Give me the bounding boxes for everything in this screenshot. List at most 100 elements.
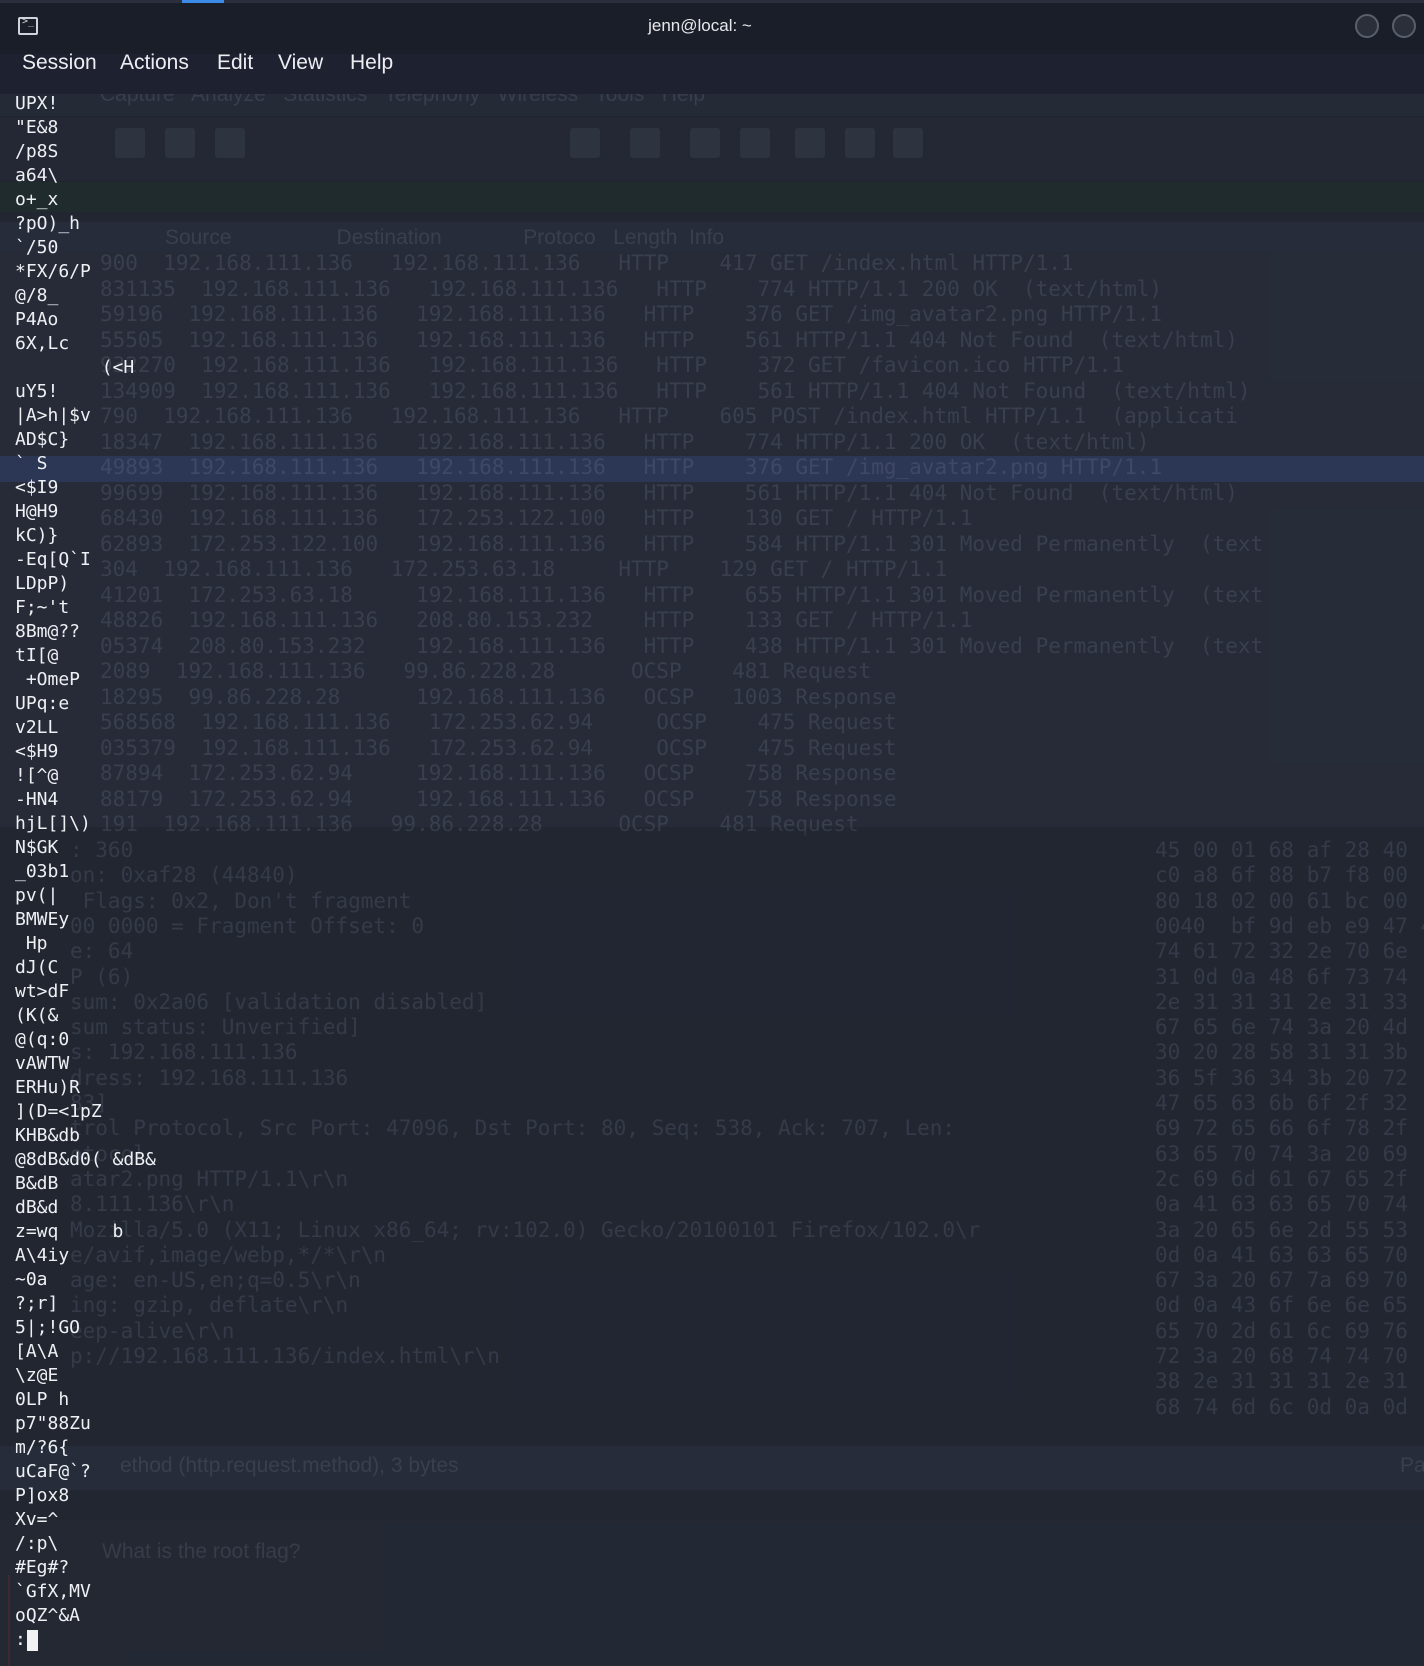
bg-byte-row: 0040 bf 9d eb e9 47 45 54 [1155,913,1424,938]
bg-display-filter [0,182,1424,212]
terminal-prompt-line[interactable]: : [15,1628,156,1652]
bg-column-header-text: Source Destination Protoco Length Info [165,226,725,249]
bg-packet-row: 932270 192.168.111.136 192.168.111.136 H… [100,353,1125,377]
bg-toolbar-icon [690,128,720,158]
terminal-line: 0LP h [15,1389,70,1410]
menu-bar [0,54,1424,94]
terminal-line: <$H9 [15,741,59,762]
terminal-line: -HN4 [15,789,59,810]
bg-packet-row: 18347 192.168.111.136 192.168.111.136 HT… [100,429,1150,454]
menu-actions[interactable]: Actions [120,51,189,75]
active-tab-indicator [182,0,224,3]
bg-packet-row: 304 192.168.111.136 172.253.63.18 HTTP 1… [100,557,948,581]
terminal-line: ERHu)R [15,1077,81,1098]
terminal-line: Hp [15,933,48,954]
bg-byte-row: 69 72 65 66 6f 78 2f [1155,1116,1408,1141]
terminal-line: <$I9 [15,477,59,498]
bg-packet-row: 568568 192.168.111.136 172.253.62.94 OCS… [100,710,897,734]
bg-status-right: Pa [1400,1454,1424,1477]
bg-byte-row: 72 3a 20 68 74 74 70 [1155,1344,1408,1368]
terminal-line: m/?6{ [15,1437,70,1458]
bg-packet-row: 48826 192.168.111.136 208.80.153.232 HTT… [100,608,973,632]
terminal-line: ` S [15,453,48,474]
terminal-line: F;~'t [15,597,70,618]
menu-view[interactable]: View [278,51,323,75]
terminal-line: UPX! [15,93,59,114]
bg-packet-details [0,832,1046,1422]
bg-packet-row: 59196 192.168.111.136 192.168.111.136 HT… [100,302,1163,326]
terminal-line: 6X,Lc [15,333,70,354]
terminal-line: BMWEy [15,909,70,930]
terminal-line: dB&d [15,1197,59,1218]
terminal-line: z=wq b [15,1221,124,1242]
bg-toolbar-icon [215,128,245,158]
bg-byte-row: 63 65 70 74 3a 20 69 [1155,1141,1408,1166]
menu-help[interactable]: Help [350,51,393,75]
terminal-line: uCaF@`? [15,1461,91,1482]
terminal-line: ![^@ [15,765,59,786]
bg-packet-row: 18295 99.86.228.28 192.168.111.136 OCSP … [100,684,897,709]
bg-byte-row: 65 70 2d 61 6c 69 76 [1155,1318,1408,1343]
terminal-line: -Eq[Q`I [15,549,91,570]
terminal-line: ?;r] [15,1293,59,1314]
terminal-line: LDpP) [15,573,70,594]
title-bar: >_ jenn@local: ~ [0,0,1424,54]
bg-byte-row: 80 18 02 00 61 bc 00 [1155,888,1408,913]
terminal-line: o+_x [15,189,59,210]
terminal-line: v2LL [15,717,59,738]
terminal-line: @/8_ [15,285,59,306]
bg-detail-row: trol Protocol, Src Port: 47096, Dst Port… [70,1116,956,1141]
minimize-button[interactable] [1355,14,1379,38]
bg-byte-row: 0d 0a 43 6f 6e 6e 65 [1155,1293,1408,1318]
bg-byte-row: 3a 20 65 6e 2d 55 53 [1155,1217,1408,1242]
bg-toolbar [0,118,1424,180]
bg-toolbar-icon [893,128,923,158]
bg-packet-row: 49893 192.168.111.136 192.168.111.136 HT… [100,455,1163,479]
bg-byte-row: 36 5f 36 34 3b 20 72 [1155,1065,1408,1090]
terminal-line: AD$C} [15,429,70,450]
bg-packet-row: 87894 172.253.62.94 192.168.111.136 OCSP… [100,761,897,785]
bg-status-text: ethod (http.request.method), 3 bytes [120,1454,459,1477]
terminal-line: uY5! [15,381,59,402]
terminal-line: hjL[]\) [15,813,91,834]
terminal-line: KHB&db [15,1125,81,1146]
terminal-output[interactable]: UPX! "E&8/p8S a64\ o+_x ?pO)_h `/50 *FX/6/P @/8… [15,92,156,1652]
bg-column-header [0,222,1424,252]
bg-packet-row: 831135 192.168.111.136 192.168.111.136 H… [100,276,1163,301]
bg-toolbar-icon [740,128,770,158]
terminal-line: A\4iy [15,1245,70,1266]
terminal-line: H@H9 [15,501,59,522]
bg-byte-row: 2c 69 6d 61 67 65 2f [1155,1166,1408,1191]
bg-packet-row: 55505 192.168.111.136 192.168.111.136 HT… [100,327,1238,352]
terminal-line: ](D=<1pZ [15,1101,102,1122]
bg-byte-row: 74 61 72 32 2e 70 6e [1155,939,1408,964]
terminal-line: Xv=^ [15,1509,59,1530]
terminal-line: oQZ^&A [15,1605,81,1626]
bg-byte-row: 30 20 28 58 31 31 3b [1155,1040,1408,1065]
bg-byte-row: 2e 31 31 31 2e 31 33 [1155,989,1408,1014]
bg-packet-row: 68430 192.168.111.136 172.253.122.100 HT… [100,506,973,530]
bg-packet-row: 035379 192.168.111.136 172.253.62.94 OCS… [100,735,897,760]
bg-packet-list [0,252,1424,827]
terminal-line: p7"88Zu [15,1413,91,1434]
bg-byte-row: 67 3a 20 67 7a 69 70 [1155,1268,1408,1293]
bg-question-panel [0,1520,1424,1666]
menu-session[interactable]: Session [22,51,97,75]
bg-byte-row: 68 74 6d 6c 0d 0a 0d [1155,1394,1408,1419]
close-button[interactable] [1392,14,1416,38]
terminal-line: a64\ [15,165,59,186]
menu-edit[interactable]: Edit [217,51,253,75]
terminal-line: \z@E [15,1365,59,1386]
bg-packet-row: 88179 172.253.62.94 192.168.111.136 OCSP… [100,786,897,811]
bg-packet-row: 134909 192.168.111.136 192.168.111.136 H… [100,378,1251,403]
bg-byte-row: 67 65 6e 74 3a 20 4d [1155,1015,1408,1040]
terminal-line: tI[@ [15,645,59,666]
bg-byte-row: 45 00 01 68 af 28 40 [1155,838,1408,862]
bg-byte-row: c0 a8 6f 88 b7 f8 00 [1155,863,1408,888]
terminal-line: |A>h|$v [15,405,91,426]
bg-packet-row: 41201 172.253.63.18 192.168.111.136 HTTP… [100,582,1264,607]
terminal-line: P]ox8 [15,1485,70,1506]
left-edge [8,1575,10,1666]
terminal-line: 5|;!GO [15,1317,81,1338]
terminal-line: `/50 [15,237,59,258]
